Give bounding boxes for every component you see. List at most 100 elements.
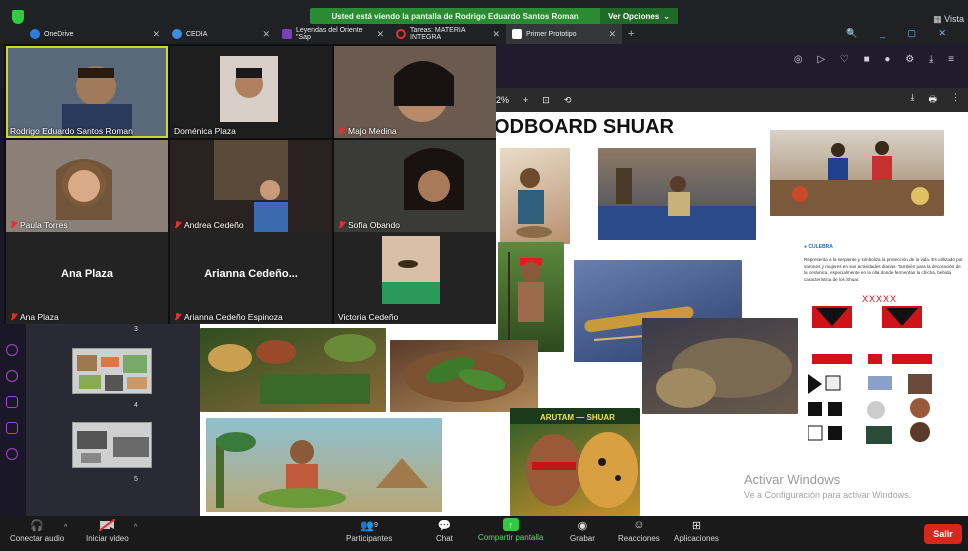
view-label: Vista: [944, 14, 964, 24]
tab-tareas[interactable]: Tareas: MATERIA INTEGRA ✕: [390, 24, 506, 44]
window-controls[interactable]: 🔍 _ ▢ ✕: [846, 28, 956, 39]
fit-page-icon[interactable]: ⊡: [542, 95, 550, 106]
participant-tile[interactable]: Andrea Cedeño: [170, 140, 332, 232]
share-screen-button[interactable]: ↑ Compartir pantalla: [478, 518, 543, 550]
apps-icon[interactable]: [6, 448, 18, 460]
tab-cedia[interactable]: CEDIA ✕: [166, 24, 276, 44]
video-feed: [6, 46, 168, 138]
video-options-chevron-icon[interactable]: ^: [134, 524, 137, 531]
pattern-text: XXXXX: [862, 294, 898, 304]
close-icon[interactable]: ✕: [608, 29, 616, 40]
participant-name: Paula Torres: [10, 220, 68, 230]
participant-tile[interactable]: Victoria Cedeño: [334, 232, 496, 324]
view-options-button[interactable]: Ver Opciones ⌄: [600, 8, 678, 24]
participant-display-name: Arianna Cedeño...: [204, 268, 298, 280]
close-icon[interactable]: ✕: [262, 29, 270, 40]
participants-label: Participantes: [346, 534, 393, 543]
participant-name: Majo Medina: [338, 126, 397, 136]
share-screen-icon: ↑: [502, 518, 519, 531]
warrior-photo: [498, 242, 564, 352]
leaves-photo: [390, 340, 538, 412]
page-number: 5: [134, 476, 138, 483]
apps-button[interactable]: ⊞ Aplicaciones: [674, 518, 719, 550]
participant-tile[interactable]: Sofia Obando: [334, 140, 496, 232]
mic-muted-icon: [10, 221, 17, 229]
participants-count: 9: [374, 521, 378, 529]
start-video-label: Iniciar video: [86, 534, 129, 543]
new-tab-button[interactable]: +: [622, 24, 642, 44]
document-icon: [282, 29, 292, 39]
share-screen-label: Compartir pantalla: [478, 533, 544, 542]
page-thumbnail[interactable]: [72, 422, 152, 468]
zoom-level[interactable]: 2%: [496, 95, 509, 105]
emoji-icon: ☺: [633, 519, 645, 531]
participant-tile[interactable]: Majo Medina: [334, 46, 496, 138]
participants-button[interactable]: 👥 9 Participantes: [346, 518, 392, 550]
grid-icon: ▦: [933, 14, 942, 24]
participant-name: Arianna Cedeño Espinoza: [174, 312, 283, 322]
page-icon: [512, 29, 522, 39]
video-off-icon: [99, 518, 116, 532]
tab-label: Tareas: MATERIA INTEGRA: [410, 27, 466, 41]
chevron-down-icon: ⌄: [663, 11, 670, 21]
thumbnail-graphic: [77, 431, 149, 463]
tab-primer-prototipo[interactable]: Primer Prototipo ✕: [506, 24, 622, 44]
pdf-toolbar: 2% + ⊡ ⟲ ⤓ 🖶 ⋮: [494, 88, 968, 112]
heart-icon[interactable]: [6, 344, 18, 356]
weaving-photo: [598, 148, 756, 240]
more-icon[interactable]: ⋮: [951, 92, 960, 108]
tab-label: OneDrive: [44, 30, 74, 38]
video-gallery: Rodrigo Eduardo Santos Roman Doménica Pl…: [4, 44, 496, 324]
connect-audio-button[interactable]: 🎧 Conectar audio: [10, 518, 64, 550]
tab-label: Leyendas del Oriente "Sap: [296, 27, 363, 41]
poster-label: ARUTAM — SHUAR: [540, 413, 615, 422]
toolbar-icons[interactable]: ◎ ▷ ♡ ■ ● ⚙ ⤓ ≡: [794, 54, 960, 65]
leave-button[interactable]: Salir: [924, 524, 962, 544]
start-video-button[interactable]: Iniciar video: [86, 518, 129, 550]
close-icon[interactable]: ✕: [152, 29, 160, 40]
participant-name: Doménica Plaza: [174, 126, 236, 136]
participants-icon: 👥 9: [360, 519, 378, 532]
print-icon[interactable]: 🖶: [929, 92, 938, 108]
mic-muted-icon: [338, 221, 345, 229]
reactions-button[interactable]: ☺ Reacciones: [618, 518, 660, 550]
tab-onedrive[interactable]: OneDrive ✕: [24, 24, 166, 44]
participant-name: Victoria Cedeño: [338, 312, 399, 322]
rotate-icon[interactable]: ⟲: [564, 95, 572, 106]
audio-options-chevron-icon[interactable]: ^: [64, 524, 67, 531]
tab-label: CEDIA: [186, 30, 208, 38]
page-thumbnail[interactable]: [72, 348, 152, 394]
view-options-label: Ver Opciones: [608, 11, 660, 21]
participant-name: Rodrigo Eduardo Santos Roman: [10, 126, 133, 136]
record-label: Grabar: [570, 534, 595, 543]
participant-name: Sofia Obando: [338, 220, 400, 230]
tab-leyendas[interactable]: Leyendas del Oriente "Sap ✕: [276, 24, 390, 44]
close-icon[interactable]: ✕: [492, 29, 500, 40]
participant-tile[interactable]: Doménica Plaza: [170, 46, 332, 138]
onedrive-icon: [30, 29, 40, 39]
box-icon[interactable]: [6, 422, 18, 434]
video-feed: [334, 232, 496, 324]
upload-icon[interactable]: [6, 396, 18, 408]
shuar-patterns: [808, 306, 932, 444]
participant-tile[interactable]: Arianna Cedeño... Arianna Cedeño Espinoz…: [170, 232, 332, 324]
view-button[interactable]: ▦ Vista: [933, 14, 964, 25]
tab-label: Primer Prototipo: [526, 30, 577, 38]
illustration-photo: [500, 148, 570, 244]
apps-label: Aplicaciones: [674, 534, 719, 543]
connect-audio-label: Conectar audio: [10, 534, 65, 543]
food-photo: [200, 328, 386, 412]
screen-share-banner: Usted está viendo la pantalla de Rodrigo…: [310, 8, 678, 24]
chat-button[interactable]: 💬 Chat: [436, 518, 453, 550]
record-button[interactable]: ◉ Grabar: [570, 518, 595, 550]
participant-tile[interactable]: Ana Plaza Ana Plaza: [6, 232, 168, 324]
download-icon[interactable]: ⤓: [911, 92, 915, 108]
mic-muted-icon: [10, 313, 17, 321]
participant-tile[interactable]: Paula Torres: [6, 140, 168, 232]
zoom-in-button[interactable]: +: [523, 95, 528, 105]
participant-tile[interactable]: Rodrigo Eduardo Santos Roman: [6, 46, 168, 138]
clock-icon[interactable]: [6, 370, 18, 382]
close-icon[interactable]: ✕: [376, 29, 384, 40]
activate-windows-subtitle: Ve a Configuración para activar Windows.: [744, 490, 912, 500]
mic-muted-icon: [338, 127, 345, 135]
